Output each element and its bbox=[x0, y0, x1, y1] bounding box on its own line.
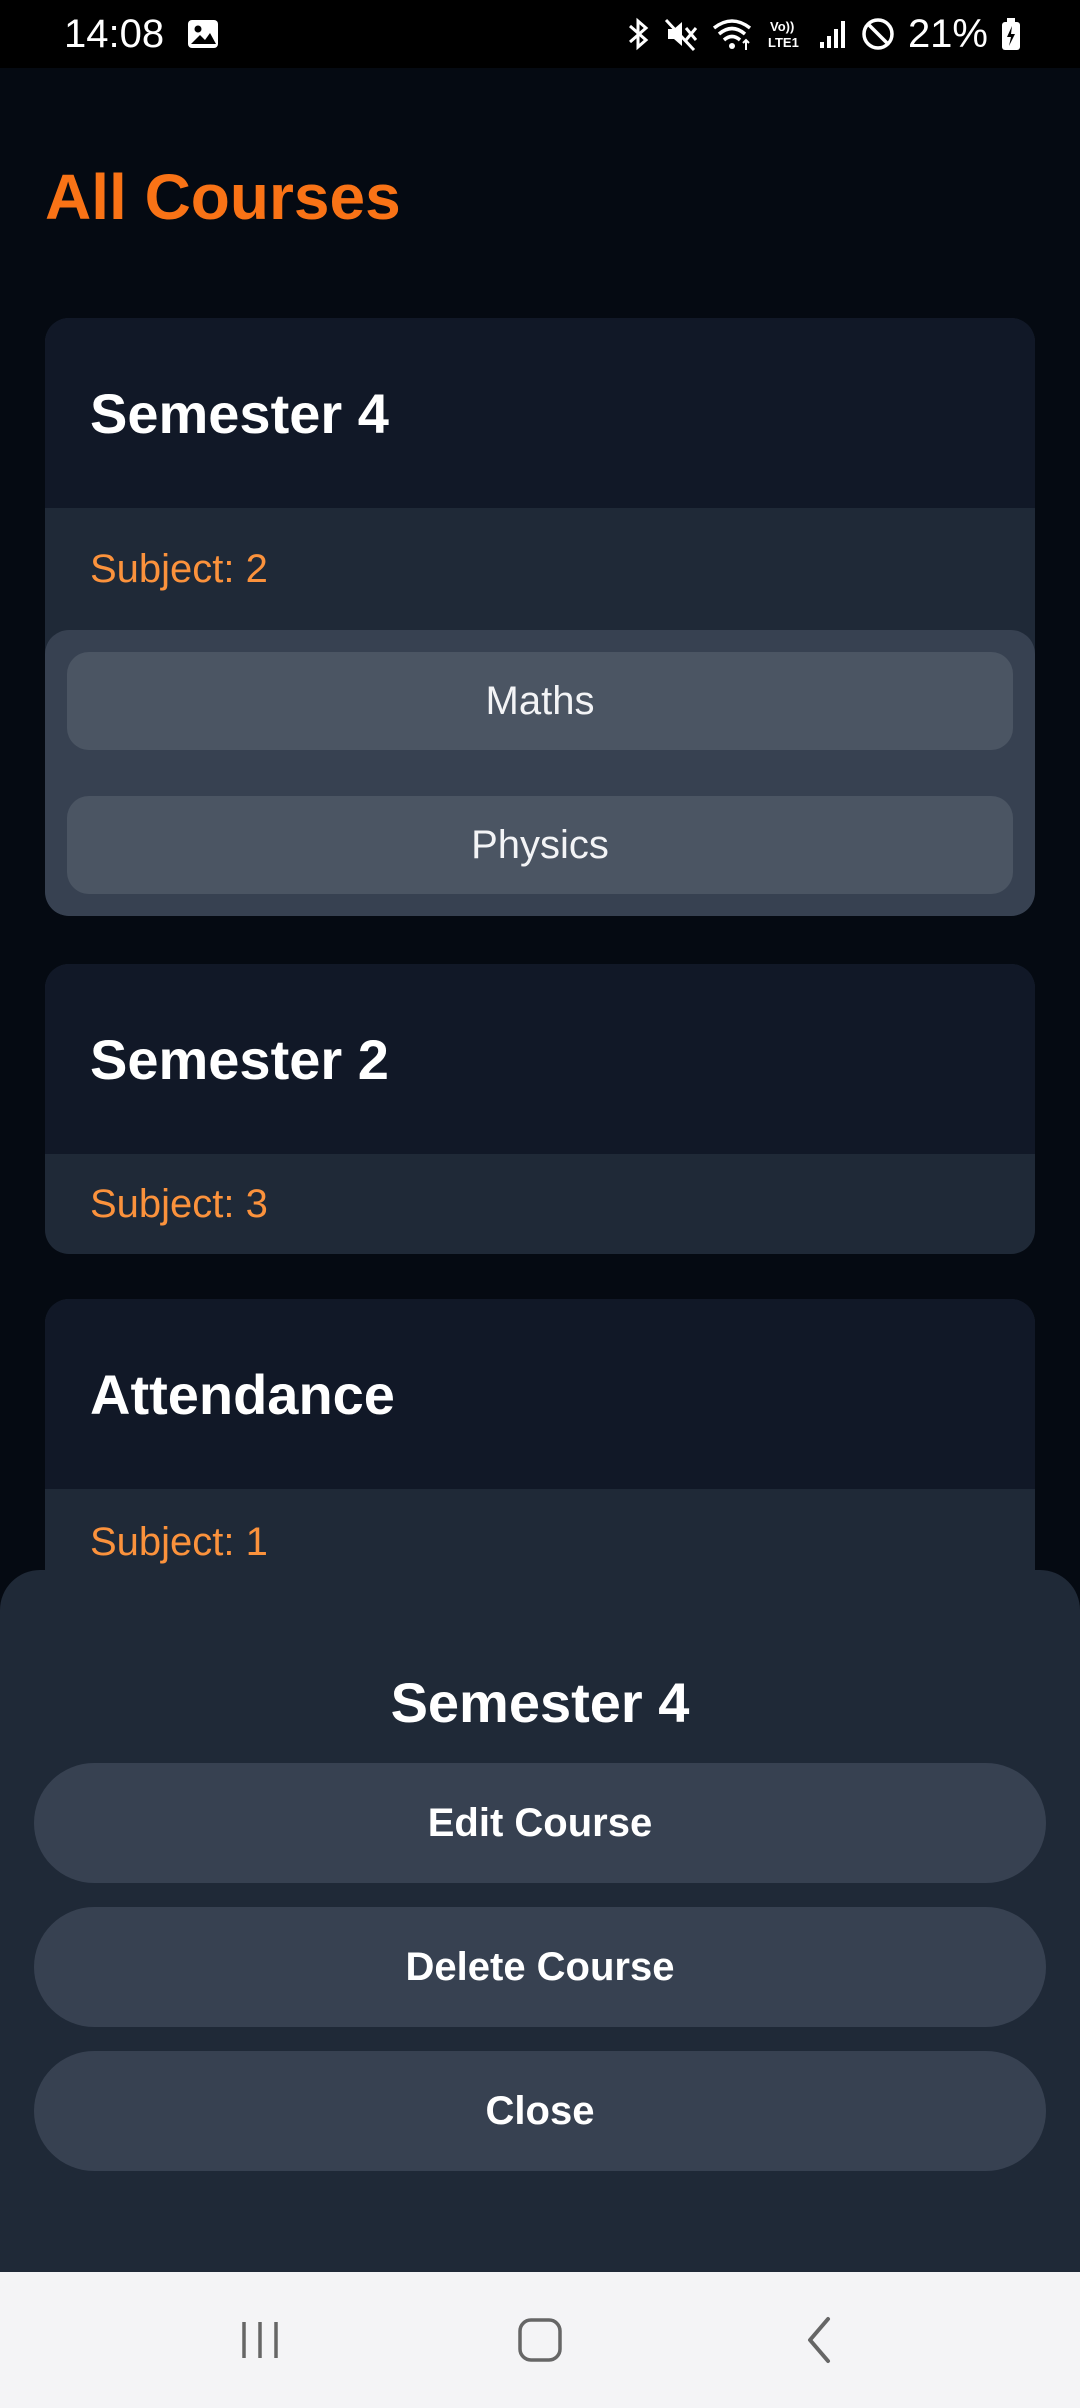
status-bar: 14:08 Vo)) LTE1 21% bbox=[0, 0, 1080, 68]
edit-course-button[interactable]: Edit Course bbox=[34, 1763, 1046, 1883]
back-icon[interactable] bbox=[760, 2290, 880, 2390]
battery-percent: 21% bbox=[907, 11, 988, 56]
subject-button-maths[interactable]: Maths bbox=[67, 652, 1013, 750]
course-card-header[interactable]: Semester 2 bbox=[45, 964, 1035, 1154]
course-card-header[interactable]: Semester 4 bbox=[45, 318, 1035, 508]
course-card[interactable]: Semester 2 Subject: 3 bbox=[45, 964, 1035, 1254]
close-button[interactable]: Close bbox=[34, 2051, 1046, 2171]
signal-icon bbox=[818, 16, 848, 52]
image-icon bbox=[186, 17, 220, 51]
do-not-disturb-icon bbox=[860, 16, 896, 52]
recent-apps-icon[interactable] bbox=[200, 2290, 320, 2390]
course-actions-sheet: Semester 4 Edit Course Delete Course Clo… bbox=[0, 1570, 1080, 2272]
mute-icon bbox=[664, 16, 698, 52]
subject-list: Maths Physics bbox=[45, 630, 1035, 916]
battery-icon bbox=[1000, 16, 1022, 52]
page-title: All Courses bbox=[45, 161, 401, 233]
course-title: Attendance bbox=[90, 1362, 395, 1426]
course-card[interactable]: Semester 4 Subject: 2 Maths Physics bbox=[45, 318, 1035, 916]
svg-text:LTE1: LTE1 bbox=[768, 35, 799, 50]
course-card[interactable]: Attendance Subject: 1 bbox=[45, 1299, 1035, 1595]
system-nav-bar bbox=[0, 2272, 1080, 2408]
status-time: 14:08 bbox=[64, 11, 165, 56]
bluetooth-icon bbox=[624, 16, 652, 52]
subject-count: Subject: 3 bbox=[90, 1181, 268, 1226]
course-card-header[interactable]: Attendance bbox=[45, 1299, 1035, 1489]
course-title: Semester 2 bbox=[90, 1027, 389, 1091]
app-screen: 14:08 Vo)) LTE1 21% All Courses Semester… bbox=[0, 0, 1080, 2408]
home-icon[interactable] bbox=[480, 2290, 600, 2390]
course-title: Semester 4 bbox=[90, 381, 389, 445]
wifi-icon bbox=[710, 16, 754, 52]
delete-course-button[interactable]: Delete Course bbox=[34, 1907, 1046, 2027]
volte-icon: Vo)) LTE1 bbox=[766, 16, 806, 52]
sheet-title: Semester 4 bbox=[390, 1671, 690, 1734]
svg-text:Vo)): Vo)) bbox=[770, 19, 794, 34]
subject-count: Subject: 2 bbox=[90, 546, 268, 591]
subject-button-physics[interactable]: Physics bbox=[67, 796, 1013, 894]
